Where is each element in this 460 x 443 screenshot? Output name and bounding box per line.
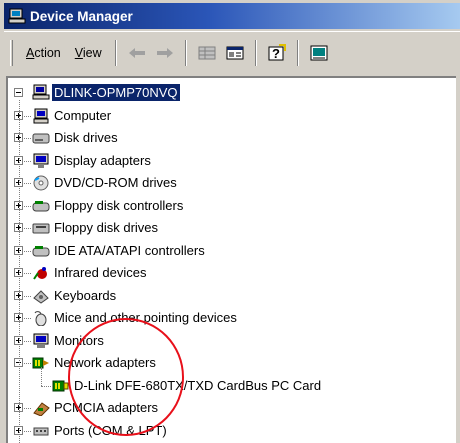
title-bar[interactable]: Device Manager — [4, 3, 460, 29]
tree-item-label: IDE ATA/ATAPI controllers — [54, 242, 205, 258]
tree-item-label: PCMCIA adapters — [54, 400, 159, 415]
network-card-icon — [52, 378, 70, 394]
tree-item-label: Network adapters — [54, 355, 156, 370]
tree-item-label: Display adapters — [54, 152, 151, 168]
ide-controller-icon — [32, 243, 50, 259]
tree-connector — [41, 385, 51, 387]
tree-item-label: Disk drives — [54, 130, 118, 145]
ports-icon — [32, 423, 50, 439]
toolbar-separator — [296, 39, 299, 66]
tree-item[interactable]: Infrared devices — [8, 262, 448, 284]
tree-item[interactable]: IDE ATA/ATAPI controllers — [8, 240, 448, 262]
tree-item[interactable]: PCMCIA adapters — [8, 397, 448, 419]
grid-view-icon[interactable] — [195, 41, 219, 65]
infrared-icon — [32, 265, 50, 281]
floppy-controller-icon — [32, 198, 50, 214]
computer-icon — [32, 108, 50, 124]
tree-item[interactable]: DVD/CD-ROM drives — [8, 172, 448, 194]
tree-item[interactable]: Mice and other pointing devices — [8, 307, 448, 329]
scan-hardware-icon[interactable] — [307, 41, 331, 65]
tree-item-label: Floppy disk drives — [54, 220, 159, 235]
toolbar-grip[interactable] — [10, 39, 13, 66]
device-manager-icon — [8, 8, 26, 24]
tree-item-label: Ports (COM & LPT) — [54, 422, 167, 438]
floppy-drive-icon — [32, 220, 50, 236]
tree-item[interactable]: Floppy disk drives — [8, 217, 448, 239]
mouse-icon — [32, 310, 50, 327]
tree-item[interactable]: Disk drives — [8, 127, 448, 149]
tree-trunk-line — [19, 100, 20, 443]
display-adapter-icon — [32, 153, 50, 169]
tree-item[interactable]: Network adapters — [8, 352, 448, 374]
tree-item[interactable]: Display adapters — [8, 150, 448, 172]
tree-branch-line — [41, 366, 42, 386]
device-tree-pane[interactable]: DLINK-OPMP70NVQ Computer Disk drives Displa… — [6, 76, 456, 443]
tree-item[interactable]: Floppy disk controllers — [8, 195, 448, 217]
device-manager-window: Device Manager Action View ? DLINK-OPMP7… — [0, 0, 460, 443]
pcmcia-icon — [32, 400, 50, 417]
keyboard-icon — [32, 288, 50, 304]
tree-root[interactable]: DLINK-OPMP70NVQ — [8, 82, 448, 104]
toolbar-separator — [184, 39, 187, 66]
cdrom-icon — [32, 175, 50, 191]
tree-item[interactable]: Computer — [8, 105, 448, 127]
view-menu[interactable]: View — [68, 43, 109, 63]
tree-item-label: Floppy disk controllers — [54, 197, 184, 213]
toolbar: Action View ? — [4, 31, 460, 73]
tree-item-label: DVD/CD-ROM drives — [54, 175, 177, 190]
window-title: Device Manager — [30, 8, 133, 24]
tree-child-label: D-Link DFE-680TX/TXD CardBus PC Card — [74, 377, 322, 393]
device-tree: DLINK-OPMP70NVQ Computer Disk drives Displa… — [8, 78, 456, 443]
computer-icon — [32, 84, 50, 100]
svg-text:?: ? — [272, 46, 280, 61]
tree-child-item[interactable]: D-Link DFE-680TX/TXD CardBus PC Card — [8, 375, 448, 397]
collapse-toggle[interactable] — [14, 88, 23, 97]
toolbar-separator — [254, 39, 257, 66]
monitor-icon — [32, 333, 50, 349]
tree-root-label: DLINK-OPMP70NVQ — [52, 84, 180, 101]
tree-item-label: Keyboards — [54, 287, 117, 303]
tree-item[interactable]: Keyboards — [8, 285, 448, 307]
tree-item[interactable]: Monitors — [8, 330, 448, 352]
tree-item[interactable]: Ports (COM & LPT) — [8, 420, 448, 442]
toolbar-separator — [114, 39, 117, 66]
tree-item-label: Infrared devices — [54, 265, 147, 280]
tree-item-label: Monitors — [54, 332, 104, 348]
disk-drive-icon — [32, 130, 50, 146]
tree-item-label: Mice and other pointing devices — [54, 310, 237, 325]
action-menu[interactable]: Action — [19, 43, 68, 63]
forward-arrow-icon[interactable] — [153, 41, 177, 65]
help-icon[interactable]: ? — [265, 41, 289, 65]
tree-item-label: Computer — [54, 107, 112, 123]
properties-icon[interactable] — [223, 41, 247, 65]
back-arrow-icon[interactable] — [125, 41, 149, 65]
